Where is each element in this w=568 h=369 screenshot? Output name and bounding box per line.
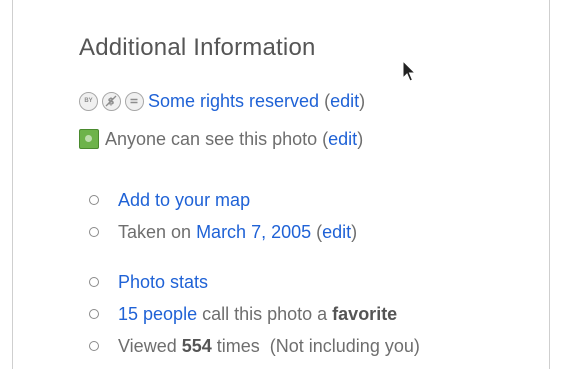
privacy-edit-link[interactable]: edit bbox=[328, 127, 357, 151]
privacy-row: Anyone can see this photo ( edit ) bbox=[79, 127, 363, 151]
viewed-suffix: times (Not including you) bbox=[211, 336, 420, 356]
cc-by-icon: BY bbox=[79, 91, 98, 111]
taken-date-link[interactable]: March 7, 2005 bbox=[196, 220, 311, 244]
license-row: BY $ Some rights reserved ( edit ) bbox=[79, 89, 365, 113]
license-link[interactable]: Some rights reserved bbox=[148, 89, 319, 113]
taken-date-edit-link[interactable]: edit bbox=[322, 220, 351, 244]
cc-noncommercial-icon: $ bbox=[102, 91, 121, 111]
map-info-list: Add to your map Taken on March 7, 2005 (… bbox=[89, 184, 357, 248]
page: Additional Information BY $ Some rights … bbox=[0, 0, 568, 369]
favorite-people-link[interactable]: 15 people bbox=[118, 302, 197, 326]
right-border bbox=[549, 0, 550, 369]
license-open-paren: ( bbox=[319, 91, 331, 111]
list-item-taken-on: Taken on March 7, 2005 ( edit ) bbox=[89, 216, 357, 248]
favorite-word: favorite bbox=[332, 304, 398, 324]
license-close-paren: ) bbox=[359, 91, 366, 111]
list-item-views: Viewed 554 times (Not including you) bbox=[89, 330, 420, 362]
add-to-map-link[interactable]: Add to your map bbox=[118, 188, 250, 212]
left-border bbox=[12, 0, 13, 369]
viewed-prefix: Viewed bbox=[118, 336, 182, 356]
section-title: Additional Information bbox=[79, 34, 316, 61]
privacy-close-paren: ) bbox=[357, 129, 364, 149]
privacy-text: Anyone can see this photo bbox=[105, 129, 318, 149]
list-item-photo-stats: Photo stats bbox=[89, 266, 420, 298]
favorite-text: call this photo a bbox=[197, 304, 333, 324]
privacy-open-paren: ( bbox=[317, 129, 329, 149]
license-edit-link[interactable]: edit bbox=[330, 89, 359, 113]
taken-on-label: Taken on bbox=[118, 222, 197, 242]
additional-info-panel: Additional Information BY $ Some rights … bbox=[79, 30, 539, 356]
photo-stats-link[interactable]: Photo stats bbox=[118, 270, 208, 294]
view-count: 554 bbox=[181, 336, 212, 356]
bullet-icon bbox=[89, 341, 99, 351]
bullet-icon bbox=[89, 195, 99, 205]
taken-close-paren: ) bbox=[351, 222, 358, 242]
mouse-pointer-icon bbox=[402, 60, 417, 82]
list-item-favorites: 15 people call this photo a favorite bbox=[89, 298, 420, 330]
list-item-add-to-map: Add to your map bbox=[89, 184, 357, 216]
public-privacy-icon bbox=[79, 129, 99, 149]
stats-list: Photo stats 15 people call this photo a … bbox=[89, 266, 420, 362]
bullet-icon bbox=[89, 227, 99, 237]
cc-noderivs-icon bbox=[125, 91, 144, 111]
taken-open-paren: ( bbox=[311, 222, 323, 242]
bullet-icon bbox=[89, 277, 99, 287]
bullet-icon bbox=[89, 309, 99, 319]
